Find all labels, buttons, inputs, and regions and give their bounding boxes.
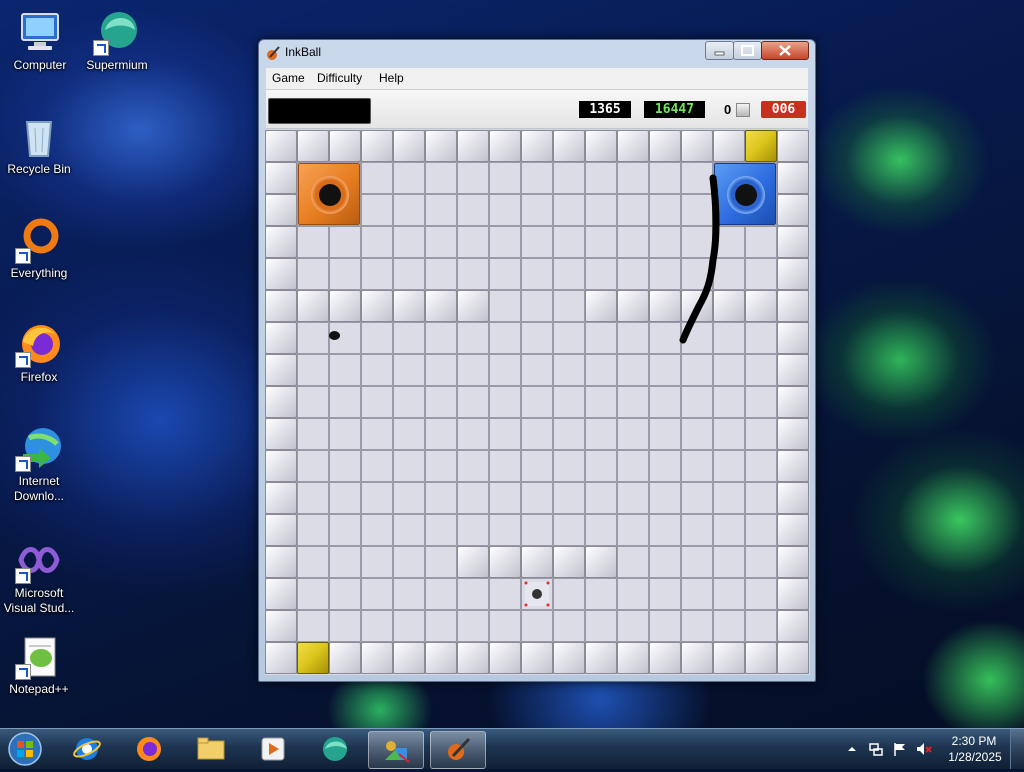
internet-download-manager-icon <box>15 424 63 472</box>
notepadpp-icon <box>15 632 63 680</box>
firefox-icon <box>15 320 63 368</box>
taskbar-media-player[interactable] <box>246 731 300 767</box>
show-hidden-icons-chevron[interactable] <box>844 741 860 757</box>
ink-meter <box>268 98 371 124</box>
menu-game[interactable]: Game <box>272 71 305 85</box>
start-button[interactable] <box>6 731 44 767</box>
taskbar-inkball[interactable] <box>430 731 486 769</box>
high-score-display: 16447 <box>644 101 705 118</box>
menu-difficulty[interactable]: Difficulty <box>317 71 362 85</box>
system-tray: 2:30 PM 1/28/2025 <box>840 729 1024 769</box>
visual-studio-icon <box>15 536 63 584</box>
clock-date[interactable]: 1/28/2025 <box>942 750 1008 764</box>
desktop-icon-label: Everything <box>10 266 68 280</box>
everything-icon <box>15 216 63 264</box>
desktop-icon-internet-download-manager[interactable]: Internet Downlo... <box>1 424 77 504</box>
balls-captured-count: 0 <box>724 102 732 117</box>
desktop-icon-label: Supermium <box>86 58 148 72</box>
taskbar-internet-explorer[interactable] <box>60 731 114 767</box>
computer-icon <box>16 8 64 56</box>
games-icon <box>385 741 410 763</box>
taskbar-firefox[interactable] <box>122 731 176 767</box>
taskbar-file-explorer[interactable] <box>184 731 238 767</box>
maximize-icon <box>741 45 754 56</box>
desktop-icon-visual-studio[interactable]: Microsoft Visual Stud... <box>1 536 77 616</box>
media-player-icon <box>261 737 285 761</box>
ink-stroke <box>679 174 720 344</box>
minimize-button[interactable] <box>705 41 734 60</box>
window-title: InkBall <box>285 45 322 59</box>
minimize-icon <box>714 51 725 56</box>
desktop-icon-label: Recycle Bin <box>7 162 71 176</box>
taskbar-supermium[interactable] <box>308 731 362 767</box>
firefox-icon <box>137 737 161 761</box>
close-button[interactable] <box>761 41 809 60</box>
inkball-window[interactable]: InkBall Game Difficulty Help 1365 16447 … <box>258 39 816 682</box>
internet-explorer-icon <box>73 738 101 760</box>
supermium-icon <box>323 737 347 761</box>
desktop-icon-recycle-bin[interactable]: Recycle Bin <box>1 112 77 177</box>
desktop-icon-label: Internet Downlo... <box>13 474 65 503</box>
desktop-icon-firefox[interactable]: Firefox <box>1 320 77 385</box>
score-display: 1365 <box>579 101 631 118</box>
desktop-icon-label: Notepad++ <box>9 682 69 696</box>
desktop-icon-label: Firefox <box>20 370 58 384</box>
taskbar-games[interactable] <box>368 731 424 769</box>
close-icon <box>779 45 791 56</box>
maximize-button[interactable] <box>733 41 762 60</box>
block-counter-icon <box>736 103 750 117</box>
taskbar: 2:30 PM 1/28/2025 <box>0 728 1024 769</box>
file-explorer-icon <box>197 737 225 760</box>
timer-display: 006 <box>761 101 806 118</box>
score-bar: 1365 16447 0 006 <box>266 90 808 129</box>
show-desktop-button[interactable] <box>1010 729 1024 769</box>
network-icon[interactable] <box>868 741 884 757</box>
menu-bar: Game Difficulty Help <box>266 68 808 90</box>
desktop-icon-computer[interactable]: Computer <box>2 8 78 73</box>
menu-help[interactable]: Help <box>379 71 404 85</box>
desktop-icon-label: Computer <box>13 58 67 72</box>
game-board[interactable] <box>265 130 810 675</box>
inkball-icon <box>265 45 281 61</box>
action-center-flag-icon[interactable] <box>892 741 908 757</box>
desktop-icon-label: Microsoft Visual Stud... <box>3 586 75 615</box>
supermium-icon <box>93 8 141 56</box>
desktop-icon-everything[interactable]: Everything <box>1 216 77 281</box>
inkball-icon <box>448 737 471 760</box>
clock-time[interactable]: 2:30 PM <box>944 734 1004 748</box>
desktop-icon-notepadpp[interactable]: Notepad++ <box>1 632 77 697</box>
start-orb-icon <box>8 732 42 766</box>
desktop-icon-supermium[interactable]: Supermium <box>79 8 155 73</box>
title-bar[interactable]: InkBall <box>259 40 815 66</box>
volume-muted-icon[interactable] <box>916 741 932 757</box>
recycle-bin-icon <box>15 112 63 160</box>
